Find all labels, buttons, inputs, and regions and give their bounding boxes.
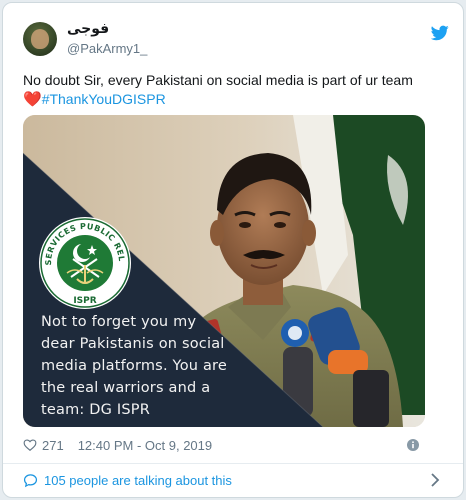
ispr-logo: INTER SERVICES PUBLIC RELATIONS ISPR [37,215,131,309]
info-icon[interactable] [407,439,419,451]
tweet-timestamp[interactable]: 12:40 PM - Oct 9, 2019 [78,438,212,453]
like-count[interactable]: 271 [42,438,64,453]
hashtag-link[interactable]: #ThankYouDGISPR [42,91,166,107]
tweet-text-line1: No doubt Sir, every Pakistani on social … [23,72,413,88]
heart-outline-icon[interactable] [23,438,37,452]
heart-emoji: ❤️ [23,91,42,108]
image-overlay-text: Not to forget you my dear Pakistanis on … [41,311,291,421]
display-name[interactable]: فوجی [67,21,109,37]
tweet-meta: 271 12:40 PM - Oct 9, 2019 [23,435,212,455]
tweet-text-line2: ❤️#ThankYouDGISPR [23,90,166,109]
overlay-line: dear Pakistanis on social [41,336,225,352]
talking-count-text[interactable]: 105 people are talking about this [44,473,232,488]
logo-bottom-text: ISPR [73,296,96,306]
twitter-bird-icon[interactable] [431,25,449,41]
chevron-right-icon[interactable] [429,473,441,487]
overlay-line: team: DG ISPR [41,402,151,418]
overlay-line: the real warriors and a [41,380,211,396]
tweet-card: فوجی @PakArmy1_ No doubt Sir, every Paki… [2,2,464,498]
conversation-link[interactable]: 105 people are talking about this [23,465,447,495]
divider [3,463,463,464]
avatar[interactable] [23,22,57,56]
user-handle[interactable]: @PakArmy1_ [67,41,147,56]
speech-bubble-icon [23,473,38,487]
overlay-line: media platforms. You are [41,358,228,374]
overlay-line: Not to forget you my [41,314,197,330]
tweet-image[interactable]: INTER SERVICES PUBLIC RELATIONS ISPR Not… [23,115,425,427]
